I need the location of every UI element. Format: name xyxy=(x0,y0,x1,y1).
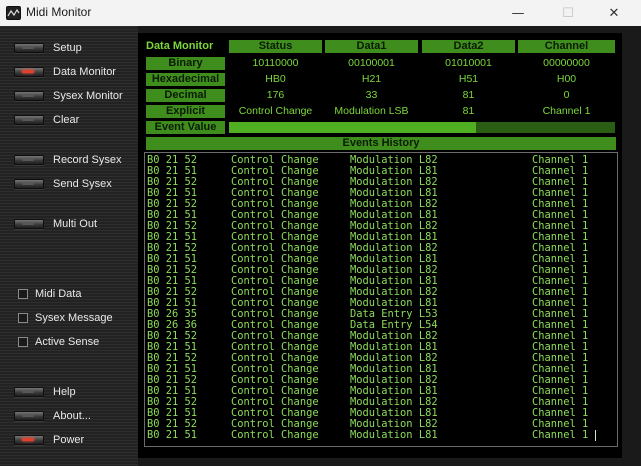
row-label-explicit: Explicit xyxy=(146,105,225,118)
row-label-binary: Binary xyxy=(146,57,225,70)
binary-status: 10110000 xyxy=(252,57,299,69)
event-hex-bytes: B0 21 51 xyxy=(147,429,198,441)
led-indicator-record-sysex xyxy=(14,155,44,165)
decimal-data1: 33 xyxy=(365,89,378,101)
explicit-channel: Channel 1 xyxy=(542,105,591,117)
led-indicator-data-monitor xyxy=(14,67,44,77)
send-sysex-label: Send Sysex xyxy=(53,178,112,190)
binary-data2: 01010001 xyxy=(445,57,492,69)
send-sysex-button[interactable]: Send Sysex xyxy=(14,175,112,193)
data-monitor-button[interactable]: Data Monitor xyxy=(14,63,116,81)
window-title: Midi Monitor xyxy=(26,5,92,19)
column-header-data2: Data2 xyxy=(422,40,515,53)
column-header-status: Status xyxy=(229,40,322,53)
led-indicator-multi-out xyxy=(14,219,44,229)
hex-channel: H00 xyxy=(556,73,577,85)
events-history-header: Events History xyxy=(146,137,616,150)
explicit-data1: Modulation LSB xyxy=(334,105,409,117)
led-indicator-power xyxy=(14,435,44,445)
checkbox-box[interactable] xyxy=(18,313,28,323)
hex-data2: H51 xyxy=(458,73,479,85)
hex-data1: H21 xyxy=(361,73,382,85)
active-sense-checkbox[interactable]: Active Sense xyxy=(18,334,99,350)
led-indicator-about xyxy=(14,411,44,421)
column-header-channel: Channel xyxy=(518,40,615,53)
decimal-status: 176 xyxy=(266,89,285,101)
clear-label: Clear xyxy=(53,114,80,126)
led-indicator-sysex-monitor xyxy=(14,91,44,101)
multi-out-label: Multi Out xyxy=(53,218,98,230)
power-button[interactable]: Power xyxy=(14,431,84,449)
event-channel: Channel 1 xyxy=(532,429,589,441)
data-monitor-title: Data Monitor xyxy=(146,40,214,52)
bottom-edge xyxy=(138,458,641,466)
setup-button[interactable]: Setup xyxy=(14,39,82,57)
midi-data-checkbox[interactable]: Midi Data xyxy=(18,286,81,302)
column-header-data1: Data1 xyxy=(325,40,418,53)
led-indicator-help xyxy=(14,387,44,397)
right-edge xyxy=(622,33,641,458)
explicit-data2: 81 xyxy=(462,105,475,117)
text-caret xyxy=(595,430,596,441)
explicit-status: Control Change xyxy=(238,105,313,117)
events-history-list[interactable]: B0 21 52 Control Change Modulation L82 Chan… xyxy=(144,152,618,447)
event-type: Control Change xyxy=(231,429,319,441)
record-sysex-button[interactable]: Record Sysex xyxy=(14,151,121,169)
sysex-monitor-button[interactable]: Sysex Monitor xyxy=(14,87,123,105)
event-value-fill xyxy=(229,122,477,133)
row-label-decimal: Decimal xyxy=(146,89,225,102)
checkbox-box[interactable] xyxy=(18,289,28,299)
help-label: Help xyxy=(53,386,76,398)
app-icon xyxy=(6,6,21,20)
checkbox-box[interactable] xyxy=(18,337,28,347)
sysex-message-checkbox[interactable]: Sysex Message xyxy=(18,310,113,326)
led-indicator-setup xyxy=(14,43,44,53)
decimal-data2: 81 xyxy=(462,89,475,101)
setup-label: Setup xyxy=(53,42,82,54)
binary-data1: 00100001 xyxy=(348,57,395,69)
sysex-message-label: Sysex Message xyxy=(35,312,113,324)
help-button[interactable]: Help xyxy=(14,383,76,401)
clear-button[interactable]: Clear xyxy=(14,111,79,129)
led-indicator-send-sysex xyxy=(14,179,44,189)
data-monitor-label: Data Monitor xyxy=(53,66,116,78)
row-label-hexadecimal: Hexadecimal xyxy=(146,73,225,86)
active-sense-label: Active Sense xyxy=(35,336,100,348)
binary-channel: 00000000 xyxy=(543,57,590,69)
minimize-button[interactable]: — xyxy=(495,0,541,26)
close-button[interactable]: ✕ xyxy=(591,0,637,26)
sysex-monitor-label: Sysex Monitor xyxy=(53,90,123,102)
title-bar: Midi Monitor — ☐ ✕ xyxy=(0,0,641,26)
power-label: Power xyxy=(53,434,85,446)
about-label: About... xyxy=(53,410,91,422)
about-button[interactable]: About... xyxy=(14,407,91,425)
record-sysex-label: Record Sysex xyxy=(53,154,122,166)
event-value-label: Event Value xyxy=(146,121,225,134)
midi-data-label: Midi Data xyxy=(35,288,82,300)
multi-out-button[interactable]: Multi Out xyxy=(14,215,97,233)
hex-status: HB0 xyxy=(265,73,286,85)
led-indicator-clear xyxy=(14,115,44,125)
event-description: Modulation L81 xyxy=(350,429,438,441)
maximize-button[interactable]: ☐ xyxy=(545,0,591,26)
decimal-channel: 0 xyxy=(563,89,570,101)
event-value-bar xyxy=(229,122,615,133)
